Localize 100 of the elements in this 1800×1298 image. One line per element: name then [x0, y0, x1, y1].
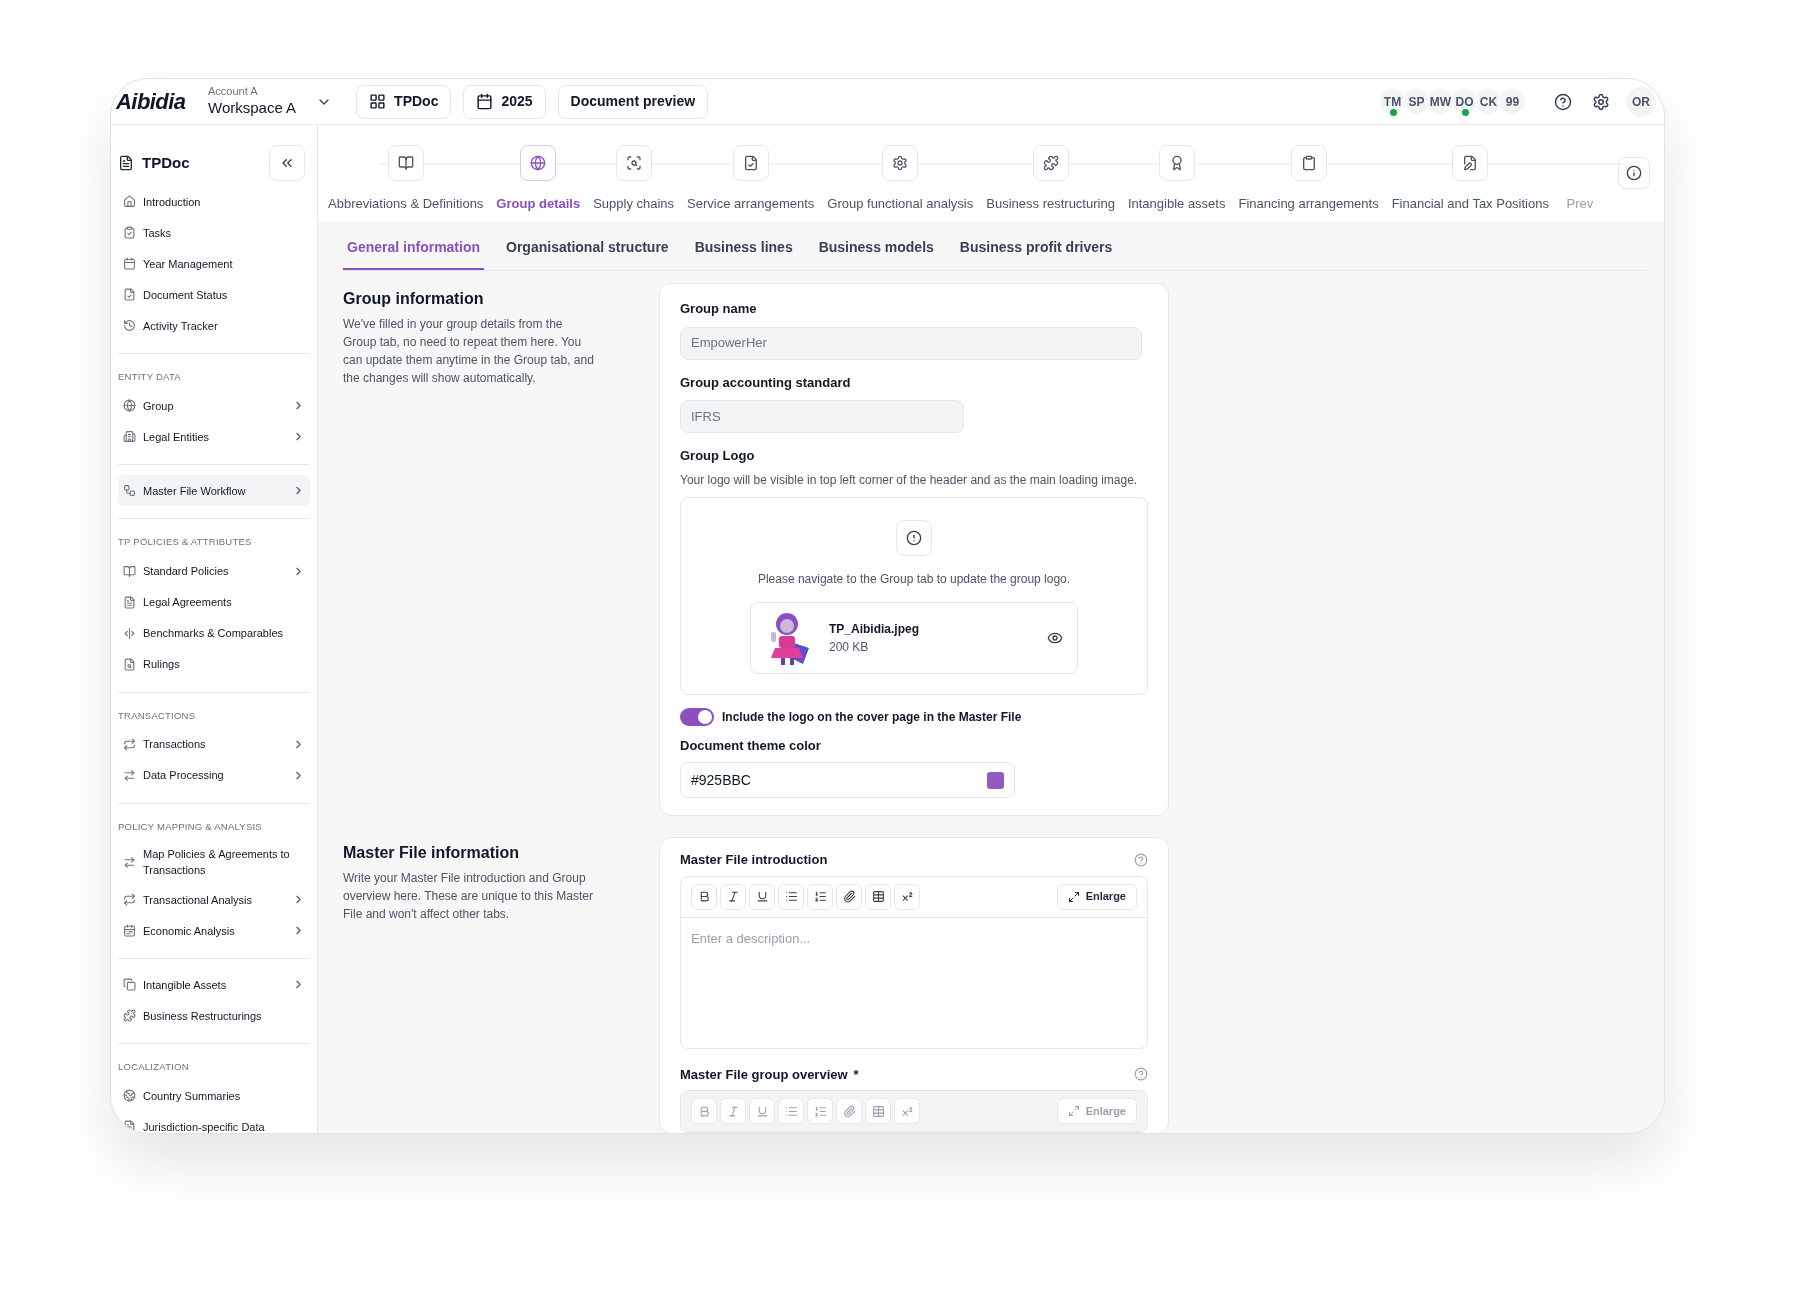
app-logo: Aibidia — [116, 88, 187, 116]
sidebar-item[interactable]: Standard Policies — [118, 555, 310, 587]
format-button[interactable] — [720, 883, 746, 910]
section-description: We've filled in your group details from the Group tab, no need to repeat them here. You can update them anytime in the Group tab, and the changes will show automatically. — [343, 316, 595, 387]
sidebar-item[interactable]: Transactional Analysis — [118, 884, 310, 915]
step-item[interactable]: Supply chains — [593, 145, 675, 214]
home-icon — [123, 195, 136, 208]
avatar[interactable]: MW — [1427, 88, 1454, 115]
sidebar-item[interactable]: Year Management — [118, 248, 310, 279]
step-item[interactable]: Financing arrangements — [1238, 145, 1379, 214]
sidebar-item[interactable]: Legal Agreements — [118, 586, 310, 618]
input-field[interactable]: IFRS — [680, 400, 964, 433]
cycle-arrows-icon — [123, 737, 136, 751]
step-item[interactable]: Business restructuring — [986, 145, 1115, 214]
format-button[interactable] — [778, 883, 804, 910]
sidebar-label: Group — [143, 398, 175, 414]
workflow-icon — [123, 484, 136, 498]
scan-icon — [625, 155, 642, 171]
avatar[interactable]: CK — [1475, 88, 1502, 115]
user-avatar[interactable]: OR — [1626, 86, 1656, 117]
tab[interactable]: Business lines — [690, 231, 797, 270]
sidebar-item[interactable]: Document Status — [118, 279, 310, 310]
step-item[interactable]: Financial and Tax Positions — [1391, 145, 1549, 214]
field-label: Master File group overview — [680, 1065, 848, 1084]
sidebar-item[interactable]: Benchmarks & Comparables — [118, 617, 310, 649]
header-button[interactable]: 2025 — [463, 84, 546, 119]
format-button[interactable] — [836, 883, 862, 910]
header-button[interactable]: TPDoc — [356, 84, 452, 119]
calendar-icon — [123, 257, 136, 270]
format-button[interactable] — [749, 883, 775, 910]
globe-icon — [123, 1089, 136, 1103]
sidebar-item[interactable]: Master File Workflow — [118, 475, 310, 507]
tab[interactable]: General information — [343, 231, 485, 270]
tab[interactable]: Organisational structure — [502, 231, 673, 270]
sidebar-item[interactable]: Tasks — [118, 217, 310, 248]
avatar[interactable]: 99 — [1499, 88, 1526, 115]
section-description: Write your Master File introduction and Group overview here. These are unique to this Master File and won't affect other tabs. — [343, 870, 594, 923]
alert-icon — [906, 529, 922, 546]
globe-icon — [123, 399, 136, 413]
tab[interactable]: Business models — [814, 231, 938, 270]
sidebar-label: Business Restructurings — [143, 1008, 263, 1024]
sidebar-item[interactable]: Rulings — [118, 648, 310, 680]
avatar[interactable]: SP — [1403, 88, 1430, 115]
document-pen-icon — [1462, 155, 1479, 171]
format-button[interactable] — [865, 883, 891, 910]
sidebar-item[interactable]: Map Policies & Agreements to Transactions — [118, 840, 310, 884]
bullet-list-icon — [784, 890, 798, 903]
field-label: Group accounting standard — [680, 373, 852, 392]
color-field[interactable]: #925BBC — [680, 762, 1015, 798]
text-editor[interactable]: Enlarge Enter a description... — [680, 875, 1148, 1049]
info-button[interactable] — [1618, 157, 1650, 189]
numbered-list-icon — [813, 1104, 827, 1118]
step-item[interactable]: Intangible assets — [1127, 145, 1226, 214]
format-button[interactable] — [691, 883, 717, 910]
header-button[interactable]: Document preview — [557, 84, 709, 119]
sidebar-item[interactable]: Intangible Assets — [118, 969, 310, 1000]
format-button[interactable] — [894, 883, 920, 910]
editor-placeholder: Enter a description... — [691, 930, 811, 946]
sidebar-item[interactable]: Data Processing — [118, 759, 310, 791]
step-item[interactable]: Group functional analysis — [827, 145, 974, 214]
enlarge-button[interactable]: Enlarge — [1056, 883, 1137, 910]
format-button[interactable] — [807, 883, 833, 910]
toggle-switch[interactable] — [680, 707, 714, 726]
sidebar-item[interactable]: Economic Analysis — [118, 915, 310, 946]
book-icon — [397, 155, 414, 171]
step-item[interactable]: Service arrangements — [687, 145, 815, 214]
avatar[interactable]: DO — [1451, 88, 1478, 115]
help-icon[interactable] — [1554, 92, 1572, 111]
section-title: Master File information — [343, 843, 521, 863]
sidebar-item[interactable]: Group — [118, 390, 310, 422]
globe-icon — [530, 155, 547, 171]
sidebar-item[interactable]: Country Summaries — [118, 1080, 310, 1112]
table-icon — [871, 1104, 885, 1118]
color-swatch[interactable] — [987, 771, 1004, 789]
file-name: TP_Aibidia.jpeg — [829, 620, 920, 638]
sidebar-label: Benchmarks & Comparables — [143, 626, 284, 641]
file-size: 200 KB — [829, 638, 870, 656]
sidebar-item[interactable]: Activity Tracker — [118, 310, 310, 341]
avatar[interactable]: TM — [1379, 88, 1406, 115]
section-title: Group information — [343, 289, 485, 309]
italic-icon — [726, 890, 740, 903]
sidebar-item[interactable]: Transactions — [118, 728, 310, 760]
step-item[interactable]: Abbreviations & Definitions — [328, 145, 484, 214]
settings-icon[interactable] — [1592, 92, 1610, 111]
numbered-list-icon — [813, 890, 827, 903]
collapse-button[interactable] — [269, 145, 305, 181]
document-icon — [742, 155, 759, 171]
sidebar-label: Tasks — [143, 225, 173, 241]
document-icon — [118, 155, 134, 171]
tab[interactable]: Business profit drivers — [955, 231, 1117, 270]
sidebar-label: Activity Tracker — [143, 318, 219, 334]
section-heading: LOCALIZATION — [118, 1060, 190, 1074]
step-item[interactable]: Group details — [496, 145, 581, 214]
sidebar-item[interactable]: Jurisdiction-specific Data — [118, 1111, 310, 1133]
section-heading: POLICY MAPPING & ANALYSIS — [118, 819, 263, 834]
input-field[interactable]: EmpowerHer — [680, 326, 1142, 360]
sidebar-item[interactable]: Business Restructurings — [118, 1000, 310, 1031]
sidebar-item[interactable]: Legal Entities — [118, 421, 310, 453]
toggle-label: Include the logo on the cover page in the Master File — [722, 708, 1022, 726]
sidebar-item[interactable]: Introduction — [118, 186, 310, 217]
